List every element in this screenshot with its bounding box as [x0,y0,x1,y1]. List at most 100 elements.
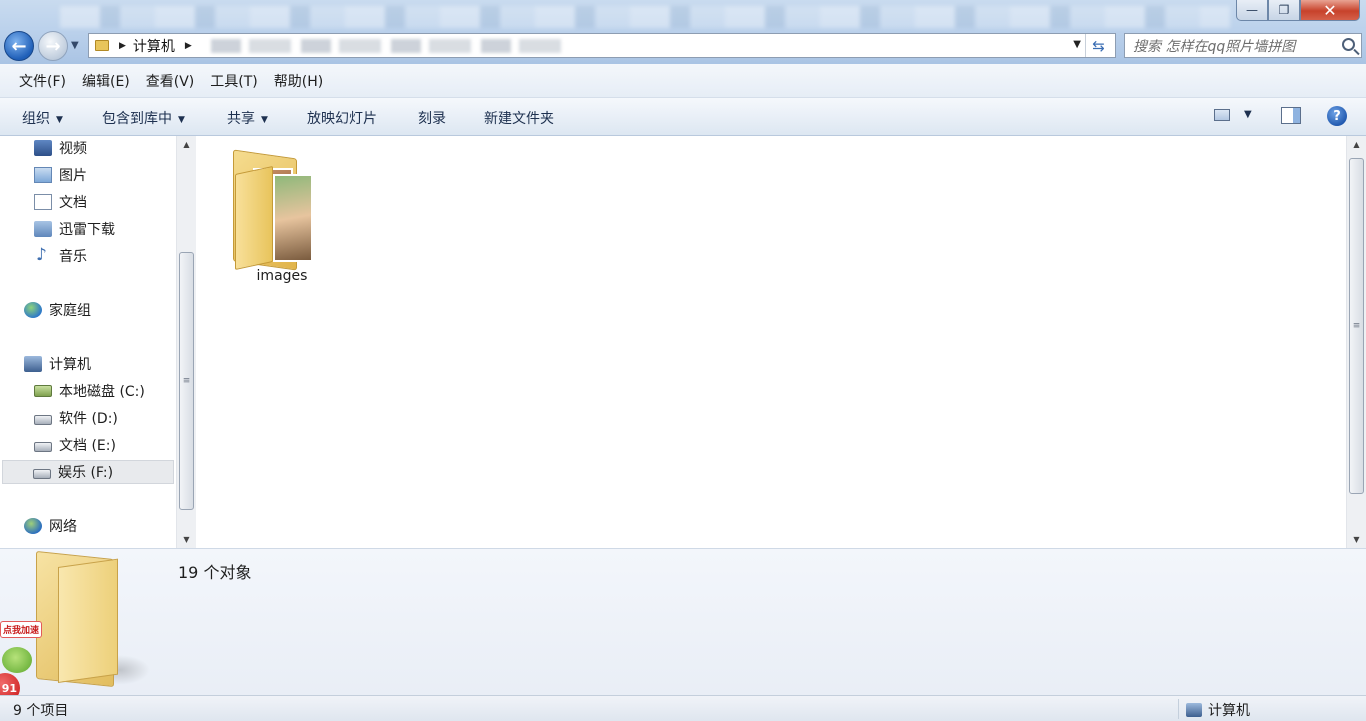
file-list: images [197,136,1346,548]
speedup-label[interactable]: 点我加速 [0,621,43,638]
change-view-icon[interactable] [1214,109,1230,121]
help-icon[interactable]: ? [1327,106,1347,126]
network-icon [24,518,42,534]
refresh-icon[interactable]: ⇆ [1085,34,1111,57]
sidebar-item-label: 视频 [59,141,87,157]
sidebar-item-label: 软件 (D:) [59,411,118,427]
status-location-label: 计算机 [1208,703,1250,719]
drive-icon [34,442,52,452]
speedup-widget[interactable]: 点我加速 91 [0,621,48,703]
pictures-library-icon [34,167,52,183]
scroll-up-icon[interactable]: ▲ [177,136,196,153]
chevron-down-icon: ▼ [178,115,185,125]
share-label: 共享 [227,111,255,127]
blurred-breadcrumb-path [210,38,571,53]
arrow-left-icon: ← [11,35,27,57]
sidebar-item-documents[interactable]: 文档 [34,190,87,214]
item-count: 9 个项目 [13,703,69,719]
music-note-icon [34,245,52,265]
sidebar-item-label: 图片 [59,168,87,184]
scroll-down-icon[interactable]: ▼ [177,531,196,548]
details-pane: 19 个对象 点我加速 91 [0,548,1366,703]
sidebar-item-drive-c[interactable]: 本地磁盘 (C:) [34,379,145,403]
sidebar-item-label: 迅雷下载 [59,222,115,238]
sidebar-item-label: 计算机 [49,357,91,373]
new-folder-button[interactable]: 新建文件夹 [484,108,554,128]
forward-button[interactable]: → [38,31,68,61]
chevron-down-icon: ▼ [261,115,268,125]
file-list-scrollbar[interactable]: ▲ ≡ ▼ [1346,136,1366,548]
menu-view[interactable]: 查看(V) [146,71,195,91]
sidebar-item-label: 音乐 [59,249,87,265]
computer-icon [1186,703,1202,717]
sidebar-item-music[interactable]: 音乐 [34,244,87,268]
downloads-library-icon [34,221,52,237]
organize-label: 组织 [22,111,50,127]
scrollbar-thumb[interactable]: ≡ [179,252,194,510]
back-button[interactable]: ← [4,31,34,61]
sidebar-item-homegroup[interactable]: 家庭组 [24,298,91,322]
object-count: 19 个对象 [178,563,252,582]
navigation-pane-scrollbar[interactable]: ▲ ≡ ▼ [176,136,196,548]
menu-tools[interactable]: 工具(T) [210,71,257,91]
status-location: 计算机 [1186,700,1250,720]
sidebar-item-label: 本地磁盘 (C:) [59,384,145,400]
menu-file[interactable]: 文件(F) [19,71,66,91]
sidebar-item-drive-d[interactable]: 软件 (D:) [34,406,118,430]
computer-icon [24,356,42,372]
sidebar-item-label: 网络 [49,519,77,535]
folder-with-pictures-icon [233,146,313,271]
sidebar-item-network[interactable]: 网络 [24,514,77,538]
blurred-titlebar-region [60,6,1230,28]
folder-item[interactable]: images [227,146,337,291]
breadcrumb-computer[interactable]: 计算机 [133,36,175,56]
sidebar-item-label: 娱乐 (F:) [58,465,114,481]
close-button[interactable]: ✕ [1300,0,1360,21]
scrollbar-thumb[interactable]: ≡ [1349,158,1364,494]
status-divider [1178,699,1179,719]
command-bar: 组织 ▼ 包含到库中 ▼ 共享 ▼ 放映幻灯片 刻录 新建文件夹 ▼ ? [0,98,1366,136]
sidebar-item-computer[interactable]: 计算机 [24,352,91,376]
documents-library-icon [34,194,52,210]
arrow-right-icon: → [45,35,61,57]
address-history-dropdown[interactable]: ▼ [1073,39,1081,50]
menu-edit[interactable]: 编辑(E) [82,71,130,91]
minimize-button[interactable]: — [1236,0,1268,21]
address-bar[interactable]: ▶ 计算机 ▶ ▼ ⇆ [88,33,1116,58]
share-button[interactable]: 共享 ▼ [227,108,268,128]
sidebar-item-label: 家庭组 [49,303,91,319]
view-options-dropdown[interactable]: ▼ [1244,109,1252,120]
menu-help[interactable]: 帮助(H) [274,71,323,91]
sidebar-item-videos[interactable]: 视频 [34,136,87,160]
window-titlebar: — ❐ ✕ ← → ▼ ▶ 计算机 ▶ ▼ ⇆ 搜索 怎样在qq照片墙拼图 [0,0,1366,64]
organize-button[interactable]: 组织 ▼ [22,108,63,128]
burn-button[interactable]: 刻录 [418,108,446,128]
search-input[interactable]: 搜索 怎样在qq照片墙拼图 [1124,33,1362,58]
include-library-label: 包含到库中 [102,111,172,127]
scroll-up-icon[interactable]: ▲ [1347,136,1366,153]
sidebar-item-drive-e[interactable]: 文档 (E:) [34,433,116,457]
breadcrumb-chevron-icon[interactable]: ▶ [185,41,192,51]
include-library-button[interactable]: 包含到库中 ▼ [102,108,185,128]
status-bar: 9 个项目 计算机 [0,695,1366,721]
chevron-down-icon: ▼ [56,115,63,125]
folder-name: images [256,268,308,284]
mascot-icon [2,647,32,673]
search-icon[interactable] [1342,38,1355,51]
preview-pane-icon[interactable] [1281,107,1301,124]
slideshow-button[interactable]: 放映幻灯片 [307,108,377,128]
sidebar-item-label: 文档 (E:) [59,438,116,454]
navigation-pane: 视频 图片 文档 迅雷下载 音乐 家庭组 计算机 本地磁盘 (C:) 软件 (D… [0,136,196,548]
scroll-down-icon[interactable]: ▼ [1347,531,1366,548]
sidebar-item-drive-f[interactable]: 娱乐 (F:) [2,460,174,484]
search-placeholder: 搜索 怎样在qq照片墙拼图 [1133,38,1296,55]
maximize-button[interactable]: ❐ [1268,0,1300,21]
sidebar-item-label: 文档 [59,195,87,211]
breadcrumb-chevron-icon[interactable]: ▶ [119,41,126,51]
sidebar-item-xunlei-downloads[interactable]: 迅雷下载 [34,217,115,241]
sidebar-item-pictures[interactable]: 图片 [34,163,87,187]
folder-icon [95,40,109,51]
recent-pages-dropdown[interactable]: ▼ [71,40,79,51]
drive-icon [34,415,52,425]
menu-bar: 文件(F) 编辑(E) 查看(V) 工具(T) 帮助(H) [0,64,1366,98]
